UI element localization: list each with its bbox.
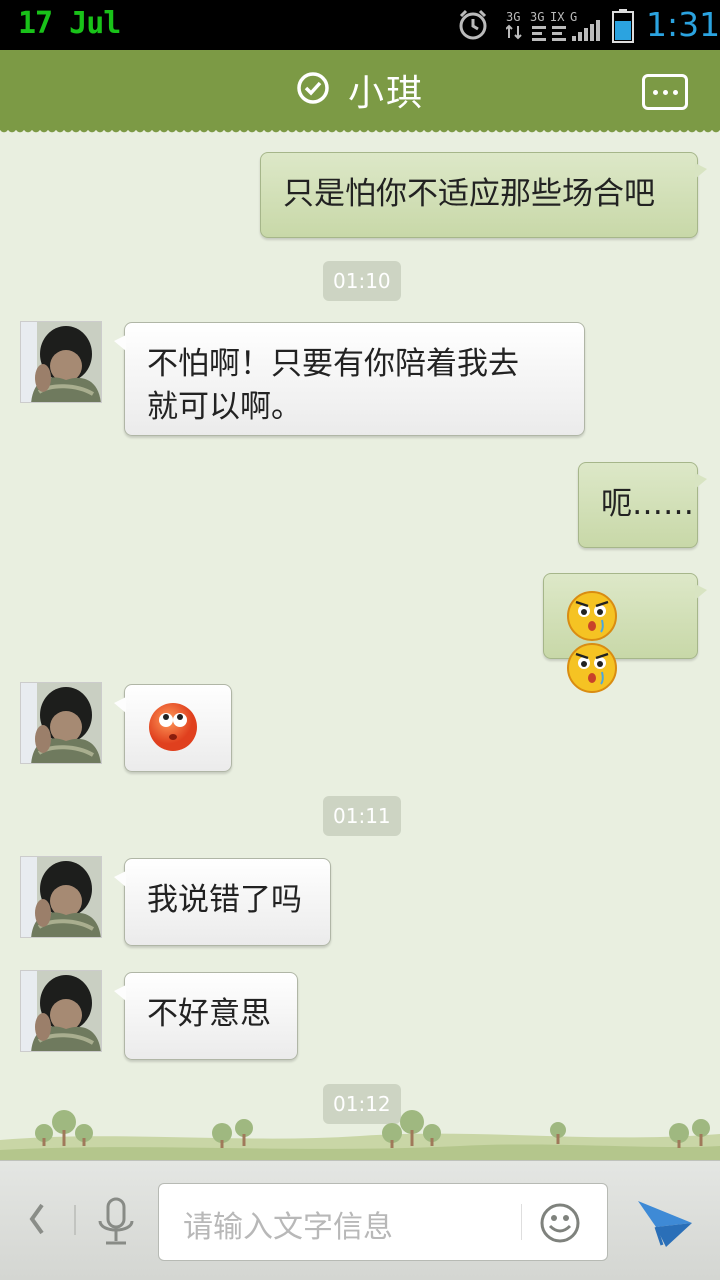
more-icon[interactable] xyxy=(642,74,688,110)
chat-area[interactable]: 只是怕你不适应那些场合吧 01:10 不怕啊！只要有你陪着我去 就可以啊。 呃…… xyxy=(0,136,720,1160)
message-text: 不好意思 xyxy=(147,996,271,1032)
svg-text:3G: 3G xyxy=(530,10,544,24)
svg-text:IX: IX xyxy=(550,10,565,24)
check-circle-icon xyxy=(296,71,330,109)
landscape-decoration xyxy=(0,1100,720,1162)
network-label: 3G xyxy=(506,10,520,24)
angry-face-emoji xyxy=(566,591,618,641)
status-date: 17 Jul xyxy=(18,6,121,41)
svg-text:G: G xyxy=(570,10,577,24)
message-bubble-incoming[interactable] xyxy=(114,684,232,772)
avatar[interactable] xyxy=(20,970,102,1052)
send-icon[interactable] xyxy=(636,1193,694,1253)
microphone-icon[interactable] xyxy=(94,1195,138,1253)
header-edge xyxy=(0,128,720,136)
message-bubble-outgoing[interactable]: 只是怕你不适应那些场合吧 xyxy=(260,152,707,238)
status-time: 1:31 xyxy=(646,5,720,44)
divider xyxy=(74,1205,76,1235)
message-input[interactable]: 请输入文字信息 xyxy=(158,1183,608,1261)
chat-header: 小琪 xyxy=(0,50,720,130)
input-placeholder: 请输入文字信息 xyxy=(183,1210,393,1245)
status-bar: 17 Jul 3G 3G IX G 1:31 xyxy=(0,0,720,50)
message-text: 只是怕你不适应那些场合吧 xyxy=(283,176,655,212)
battery-icon xyxy=(612,9,634,47)
message-text: 我说错了吗 xyxy=(147,882,302,918)
contact-name: 小琪 xyxy=(347,73,424,114)
message-text: 呃…… xyxy=(601,486,694,522)
smiley-icon[interactable] xyxy=(539,1202,581,1248)
message-text-line: 不怕啊！只要有你陪着我去 xyxy=(147,346,519,382)
divider xyxy=(521,1204,522,1240)
alarm-icon xyxy=(456,8,490,46)
input-bar: 请输入文字信息 xyxy=(0,1160,720,1280)
message-bubble-incoming[interactable]: 我说错了吗 xyxy=(114,858,331,946)
rolling-eyes-emoji xyxy=(147,703,199,751)
avatar[interactable] xyxy=(20,321,102,403)
angry-face-emoji xyxy=(566,643,618,693)
message-bubble-incoming[interactable]: 不怕啊！只要有你陪着我去 就可以啊。 xyxy=(114,322,585,436)
message-bubble-incoming[interactable]: 不好意思 xyxy=(114,972,298,1060)
chevron-left-icon[interactable] xyxy=(24,1199,48,1249)
network-icon: 3G 3G IX G xyxy=(505,8,602,46)
message-bubble-outgoing[interactable] xyxy=(543,573,707,693)
timestamp: 01:11 xyxy=(323,796,401,836)
message-text-line: 就可以啊。 xyxy=(147,389,302,425)
timestamp: 01:10 xyxy=(323,261,401,301)
avatar[interactable] xyxy=(20,856,102,938)
avatar[interactable] xyxy=(20,682,102,764)
message-bubble-outgoing[interactable]: 呃…… xyxy=(578,462,707,548)
